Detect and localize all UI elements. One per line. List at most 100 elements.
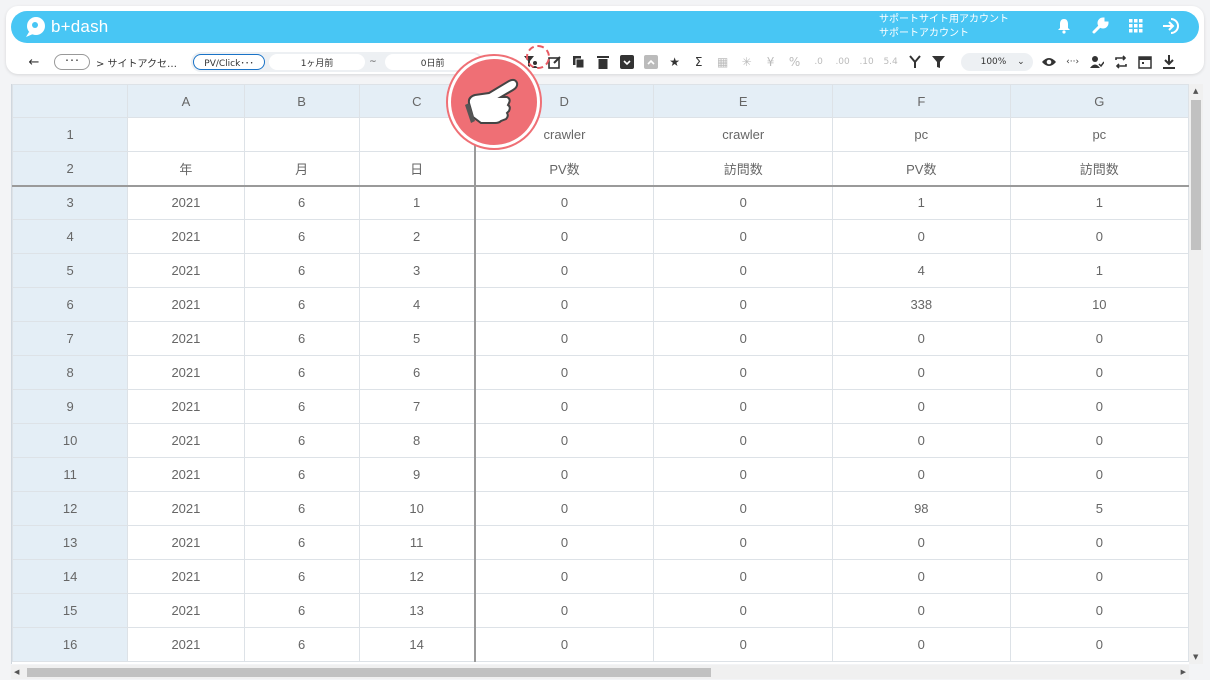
- table-cell[interactable]: 0: [1009, 457, 1189, 492]
- table-cell[interactable]: 0: [653, 321, 833, 356]
- column-header[interactable]: E: [653, 84, 833, 118]
- table-cell[interactable]: [243, 117, 360, 152]
- table-cell[interactable]: 10: [358, 491, 476, 526]
- table-cell[interactable]: 2021: [127, 491, 245, 526]
- row-header[interactable]: 3: [12, 185, 129, 220]
- table-cell[interactable]: 0: [1009, 219, 1189, 254]
- table-cell[interactable]: 2021: [127, 593, 245, 628]
- table-cell[interactable]: 1: [1009, 253, 1189, 288]
- row-header[interactable]: 8: [12, 355, 129, 390]
- table-cell[interactable]: 0: [474, 627, 655, 662]
- table-cell[interactable]: 0: [831, 219, 1011, 254]
- table-cell[interactable]: 0: [474, 287, 655, 322]
- table-cell[interactable]: 0: [1009, 321, 1189, 356]
- table-cell[interactable]: 0: [474, 389, 655, 424]
- table-cell[interactable]: 6: [243, 389, 360, 424]
- row-header[interactable]: 9: [12, 389, 129, 424]
- table-cell[interactable]: 6: [243, 185, 360, 220]
- logout-icon[interactable]: [1161, 15, 1183, 37]
- table-cell[interactable]: 2021: [127, 423, 245, 458]
- column-header[interactable]: A: [127, 84, 245, 118]
- table-cell[interactable]: 1: [358, 185, 476, 220]
- table-cell[interactable]: 2021: [127, 389, 245, 424]
- row-header[interactable]: 6: [12, 287, 129, 322]
- column-header[interactable]: G: [1009, 84, 1189, 118]
- user-check-icon[interactable]: [1085, 51, 1109, 73]
- table-cell[interactable]: pc: [1009, 117, 1189, 152]
- row-header[interactable]: 1: [12, 117, 129, 152]
- scroll-up-arrow-icon[interactable]: ▲: [1193, 87, 1198, 95]
- row-header[interactable]: 14: [12, 559, 129, 594]
- table-cell[interactable]: 0: [1009, 389, 1189, 424]
- table-cell[interactable]: 2021: [127, 627, 245, 662]
- table-cell[interactable]: 2021: [127, 321, 245, 356]
- table-cell[interactable]: 月: [243, 151, 360, 187]
- horizontal-scroll-thumb[interactable]: [27, 668, 711, 677]
- table-cell[interactable]: 1: [831, 185, 1011, 220]
- vertical-scroll-thumb[interactable]: [1191, 100, 1201, 250]
- table-cell[interactable]: crawler: [653, 117, 833, 152]
- table-cell[interactable]: 0: [653, 287, 833, 322]
- table-cell[interactable]: 6: [243, 593, 360, 628]
- table-cell[interactable]: 6: [243, 219, 360, 254]
- table-cell[interactable]: 0: [474, 593, 655, 628]
- table-cell[interactable]: 6: [243, 525, 360, 560]
- table-cell[interactable]: PV数: [474, 151, 655, 187]
- bell-icon[interactable]: [1053, 15, 1075, 37]
- row-header[interactable]: 16: [12, 627, 129, 662]
- number-format-icon[interactable]: 5.4: [879, 51, 903, 73]
- table-cell[interactable]: pc: [831, 117, 1011, 152]
- vertical-scrollbar[interactable]: ▲ ▼: [1189, 84, 1203, 664]
- table-cell[interactable]: 訪問数: [653, 151, 833, 187]
- spreadsheet[interactable]: A B C D E F G 1 crawler crawler pc pc 2 年月日 PV数 訪問数 PV数訪…: [11, 84, 1189, 664]
- table-cell[interactable]: 0: [474, 457, 655, 492]
- archive-icon[interactable]: [615, 51, 639, 73]
- eye-icon[interactable]: [1037, 51, 1061, 73]
- table-cell[interactable]: 0: [653, 457, 833, 492]
- table-cell[interactable]: 0: [1009, 423, 1189, 458]
- table-cell[interactable]: 0: [653, 593, 833, 628]
- table-cell[interactable]: 0: [653, 355, 833, 390]
- table-cell[interactable]: 4: [831, 253, 1011, 288]
- sum-icon[interactable]: Σ: [687, 51, 711, 73]
- table-cell[interactable]: 1: [1009, 185, 1189, 220]
- table-cell[interactable]: 4: [358, 287, 476, 322]
- table-cell[interactable]: 6: [243, 253, 360, 288]
- table-cell[interactable]: 6: [243, 559, 360, 594]
- row-header[interactable]: 5: [12, 253, 129, 288]
- table-cell[interactable]: 0: [653, 219, 833, 254]
- table-cell[interactable]: 0: [474, 185, 655, 220]
- breadcrumb[interactable]: > サイトアクセ…: [96, 55, 177, 70]
- filter-icon[interactable]: [927, 51, 951, 73]
- table-cell[interactable]: 0: [474, 355, 655, 390]
- back-arrow-icon[interactable]: ←: [22, 50, 46, 74]
- table-cell[interactable]: 0: [474, 219, 655, 254]
- table-cell[interactable]: 6: [358, 355, 476, 390]
- horizontal-scrollbar[interactable]: ◀ ▶: [11, 665, 1189, 679]
- wrench-icon[interactable]: [1089, 15, 1111, 37]
- table-cell[interactable]: 日: [358, 151, 476, 187]
- table-cell[interactable]: 5: [1009, 491, 1189, 526]
- logo[interactable]: b+dash: [23, 16, 108, 38]
- table-cell[interactable]: 3: [358, 253, 476, 288]
- scroll-left-arrow-icon[interactable]: ◀: [14, 668, 19, 676]
- table-cell[interactable]: [127, 117, 245, 152]
- percent-icon[interactable]: %: [783, 51, 807, 73]
- row-header[interactable]: 11: [12, 457, 129, 492]
- calendar-icon[interactable]: [1133, 51, 1157, 73]
- table-cell[interactable]: 0: [1009, 559, 1189, 594]
- table-cell[interactable]: 訪問数: [1009, 151, 1189, 187]
- table-cell[interactable]: 8: [358, 423, 476, 458]
- table-cell[interactable]: 0: [474, 559, 655, 594]
- account-info[interactable]: サポートサイト用アカウント サポートアカウント: [879, 13, 1009, 41]
- table-cell[interactable]: 0: [474, 253, 655, 288]
- table-cell[interactable]: 338: [831, 287, 1011, 322]
- star-icon[interactable]: ★: [663, 51, 687, 73]
- table-cell[interactable]: 0: [474, 423, 655, 458]
- report-select-button[interactable]: PV/Click･･･: [193, 54, 266, 70]
- date-from-field[interactable]: 1ヶ月前: [269, 54, 366, 70]
- table-cell[interactable]: 0: [831, 559, 1011, 594]
- table-cell[interactable]: 12: [358, 559, 476, 594]
- row-header[interactable]: 7: [12, 321, 129, 356]
- row-header[interactable]: 4: [12, 219, 129, 254]
